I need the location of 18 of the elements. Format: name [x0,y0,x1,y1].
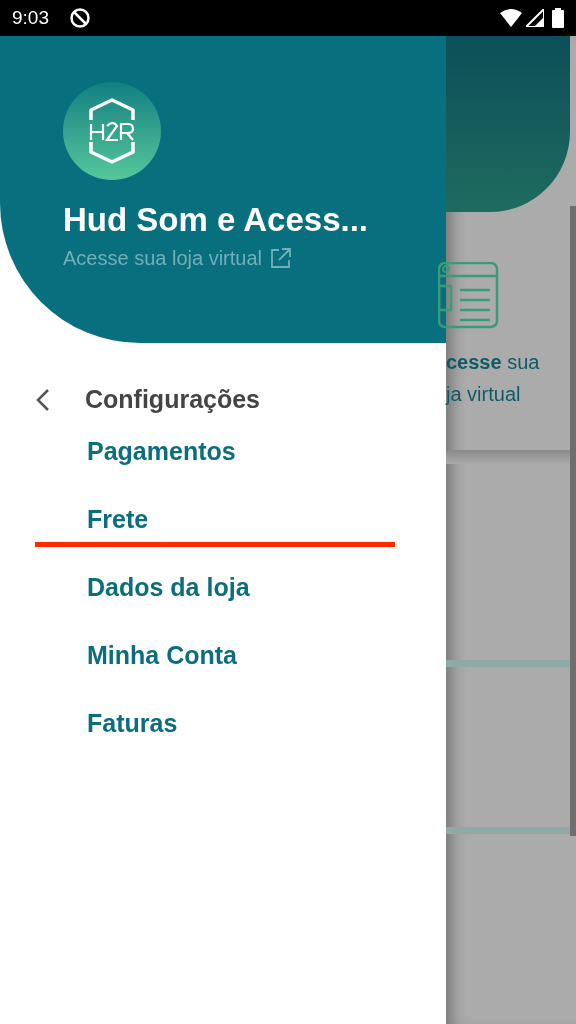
back-chevron-icon[interactable] [36,388,50,412]
menu-item[interactable]: Pagamentos [87,434,236,468]
card-text: cesse sua [446,350,541,375]
hexagon-logo-icon [87,98,137,164]
store-name: Hud Som e Acess... [63,200,370,240]
battery-icon [552,8,564,28]
wifi-icon [500,9,522,27]
menu-item[interactable]: Dados da loja [87,570,250,604]
clock: 9:03 [12,5,49,30]
menu-title: Configurações [85,384,261,416]
no-disturb-icon [69,7,91,29]
menu-item[interactable]: Faturas [87,706,178,740]
website-icon [438,262,500,330]
card-text: ja virtual [446,382,522,407]
external-link-icon [270,247,292,269]
menu-item[interactable]: Minha Conta [87,638,237,672]
menu-item[interactable]: Frete [87,502,149,536]
signal-icon [526,9,544,27]
